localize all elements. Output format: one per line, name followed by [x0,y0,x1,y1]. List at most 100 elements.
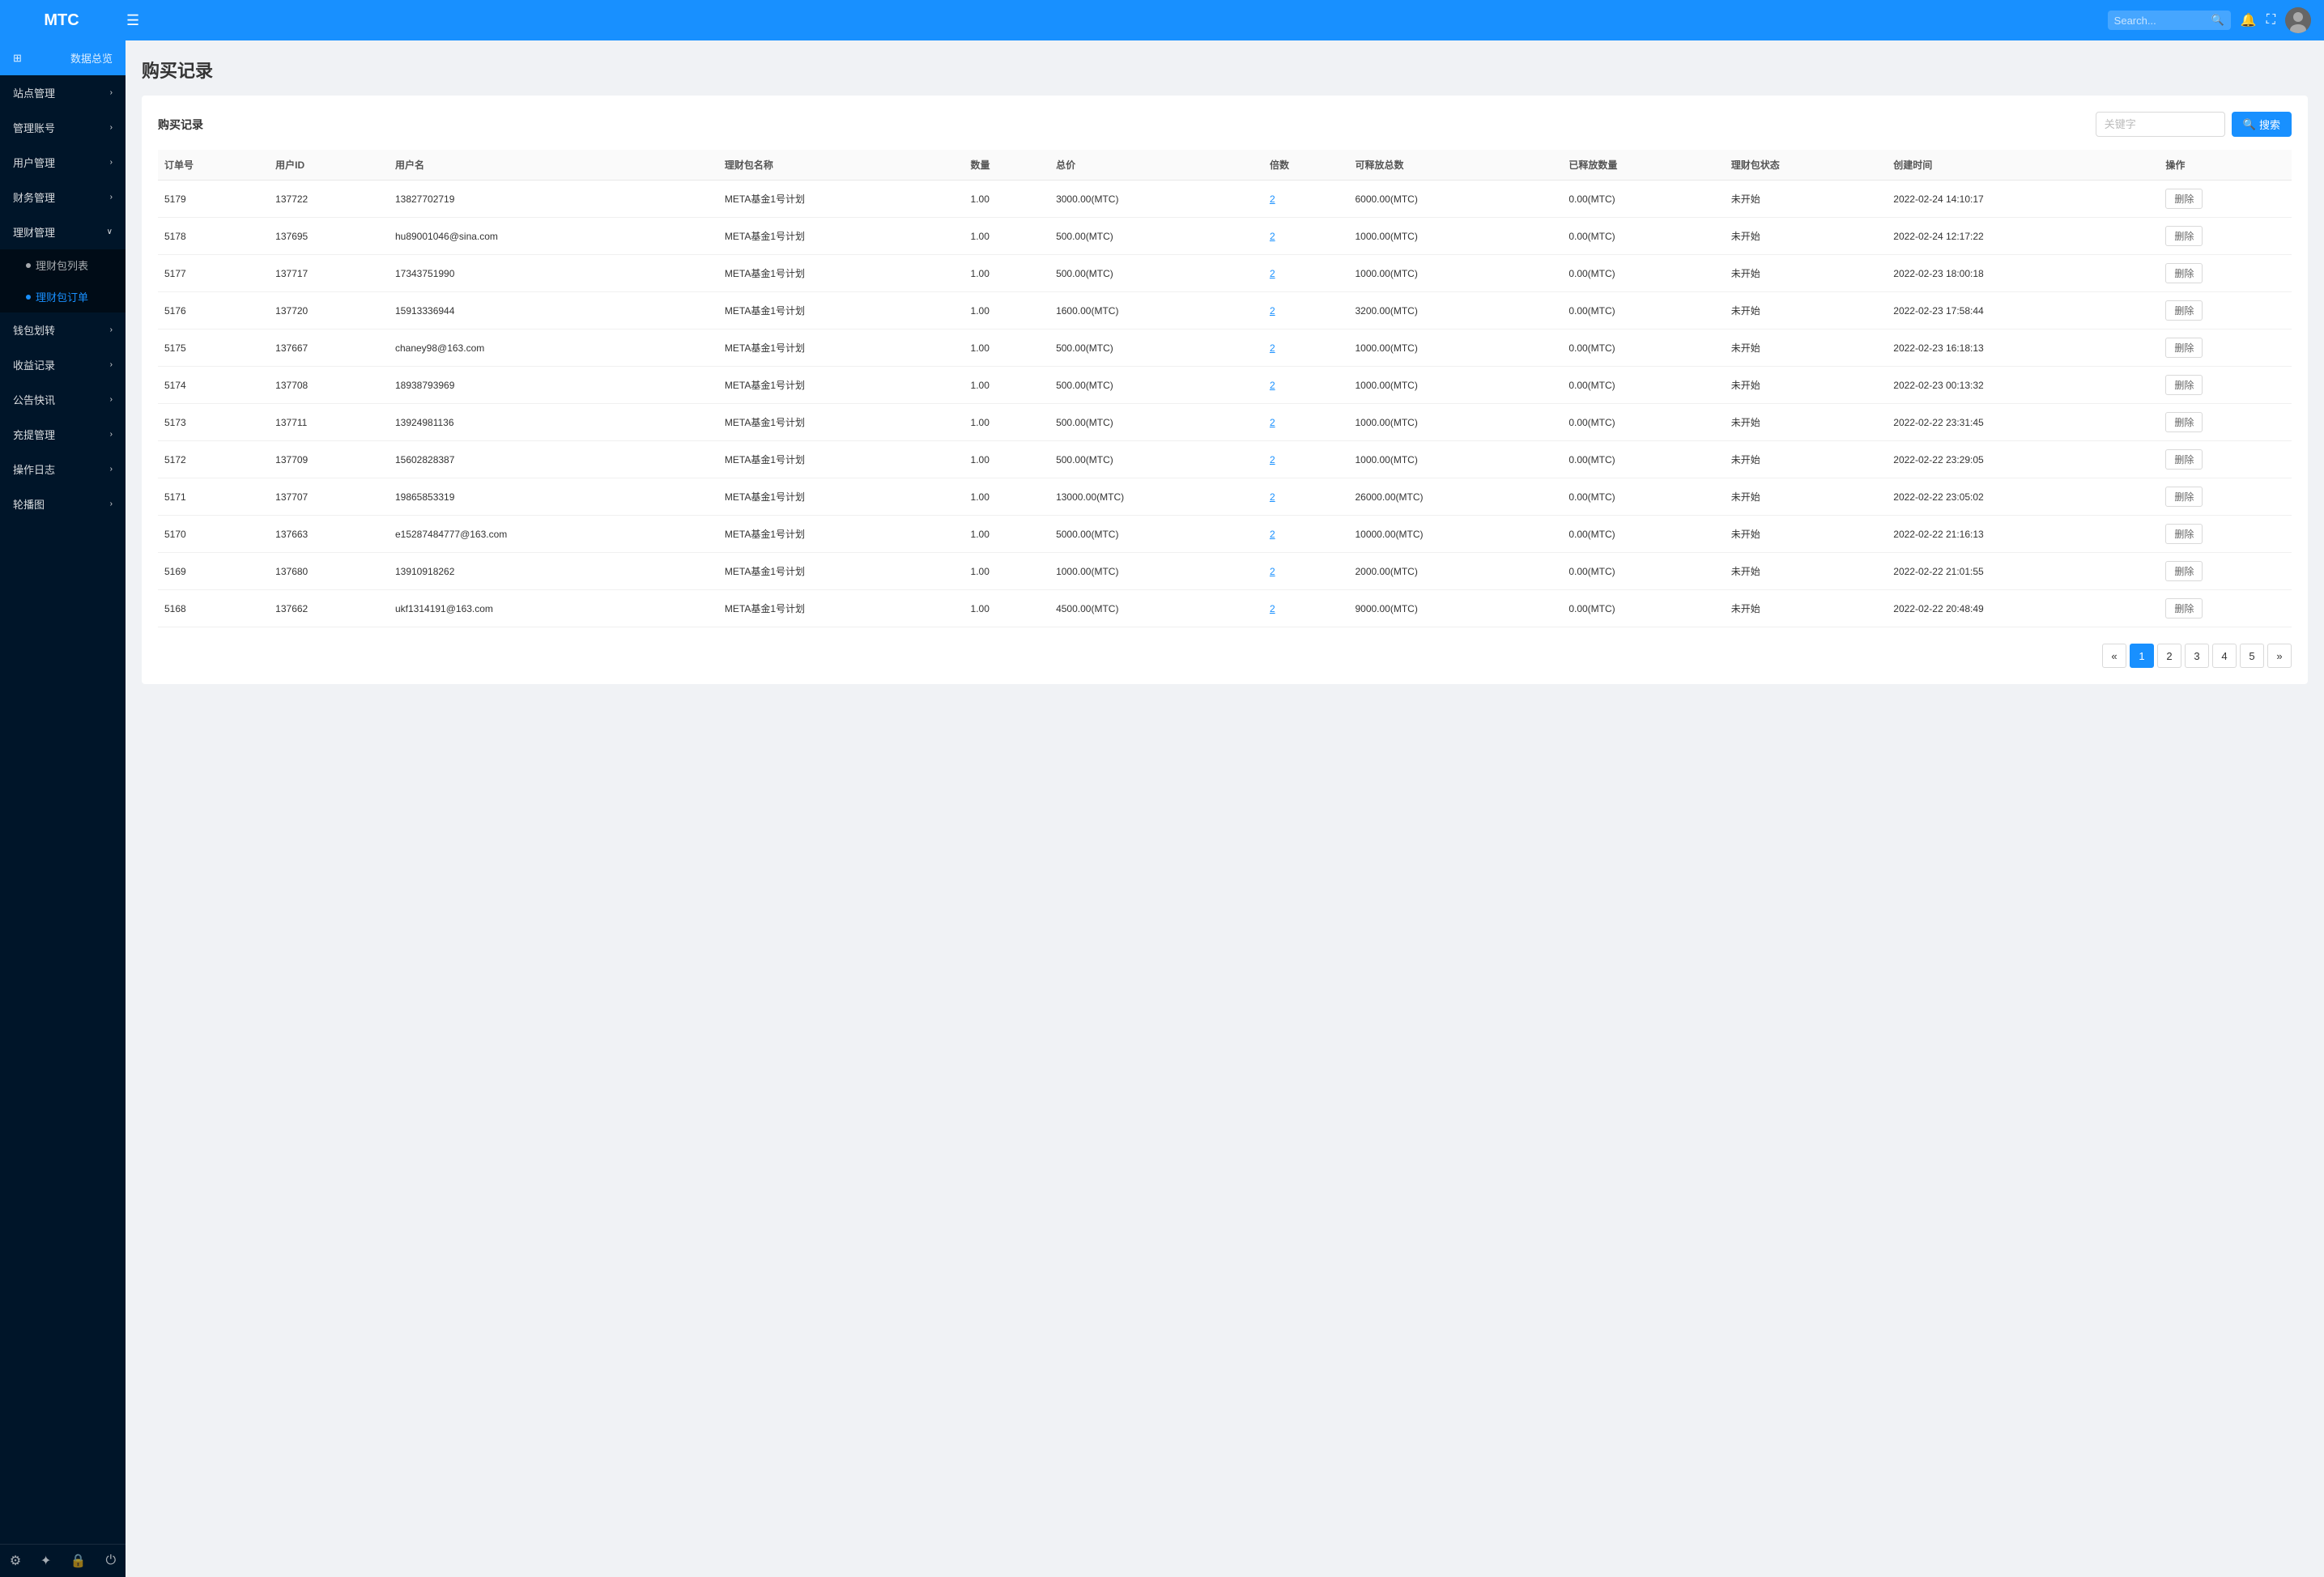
sub-item-wealth-order[interactable]: 理财包订单 [0,281,126,312]
col-created: 创建时间 [1887,150,2159,181]
pagination-page-4[interactable]: 4 [2212,644,2237,668]
notice-label: 公告快讯 [13,392,55,407]
cell-qty: 1.00 [964,329,1050,367]
cell-order-id: 5172 [158,441,269,478]
col-multiplier: 倍数 [1263,150,1349,181]
arrow-icon: › [110,430,113,439]
col-releasable: 可释放总数 [1348,150,1562,181]
cell-order-id: 5168 [158,590,269,627]
cell-status: 未开始 [1725,367,1887,404]
notification-icon[interactable]: 🔔 [2241,12,2257,28]
cell-multiplier[interactable]: 2 [1263,292,1349,329]
delete-button[interactable]: 删除 [2165,263,2203,283]
sidebar-item-carousel[interactable]: 轮播图 › [0,487,126,521]
cell-qty: 1.00 [964,478,1050,516]
delete-button[interactable]: 删除 [2165,524,2203,544]
cell-total: 500.00(MTC) [1049,255,1263,292]
col-qty: 数量 [964,150,1050,181]
sidebar-item-users[interactable]: 用户管理 › [0,145,126,180]
sidebar-item-oplog[interactable]: 操作日志 › [0,452,126,487]
pagination-next[interactable]: » [2267,644,2292,668]
cell-multiplier[interactable]: 2 [1263,441,1349,478]
sidebar: ⊞ 数据总览 站点管理 › 管理账号 › 用户管理 › 财务管理 › 理财管理 … [0,40,126,1577]
header-search-input[interactable] [2114,15,2211,27]
sidebar-item-dashboard[interactable]: ⊞ 数据总览 [0,40,126,75]
pagination-page-5[interactable]: 5 [2240,644,2264,668]
delete-button[interactable]: 删除 [2165,598,2203,618]
search-icon: 🔍 [2211,14,2224,27]
sub-item-wealth-list[interactable]: 理财包列表 [0,249,126,281]
delete-button[interactable]: 删除 [2165,226,2203,246]
keyword-input[interactable] [2096,112,2225,137]
fullscreen-icon[interactable]: ⛶ [2267,13,2275,28]
delete-button[interactable]: 删除 [2165,412,2203,432]
cell-created: 2022-02-22 23:31:45 [1887,404,2159,441]
cell-user-id: 137722 [269,181,389,218]
arrow-icon: › [110,360,113,369]
cell-action: 删除 [2159,255,2292,292]
cell-total: 500.00(MTC) [1049,218,1263,255]
col-status: 理财包状态 [1725,150,1887,181]
main-card: 购买记录 🔍 搜索 订单号 用户ID 用户名 理财包名称 [142,96,2308,684]
cell-multiplier[interactable]: 2 [1263,218,1349,255]
cell-created: 2022-02-22 20:48:49 [1887,590,2159,627]
sidebar-item-accounts[interactable]: 管理账号 › [0,110,126,145]
sidebar-item-site[interactable]: 站点管理 › [0,75,126,110]
col-released: 已释放数量 [1562,150,1724,181]
table-row: 5177 137717 17343751990 META基金1号计划 1.00 … [158,255,2292,292]
cell-user-id: 137680 [269,553,389,590]
delete-button[interactable]: 删除 [2165,375,2203,395]
cell-username: 15913336944 [389,292,718,329]
cell-order-id: 5173 [158,404,269,441]
delete-button[interactable]: 删除 [2165,189,2203,209]
cell-package: META基金1号计划 [718,553,964,590]
sidebar-item-wealth[interactable]: 理财管理 ∨ [0,215,126,249]
search-button[interactable]: 🔍 搜索 [2232,112,2292,137]
cell-action: 删除 [2159,292,2292,329]
star-icon[interactable]: ✦ [40,1553,51,1569]
cell-action: 删除 [2159,404,2292,441]
cell-order-id: 5174 [158,367,269,404]
delete-button[interactable]: 删除 [2165,561,2203,581]
pagination: « 1 2 3 4 5 » [158,644,2292,668]
avatar[interactable] [2285,7,2311,33]
cell-multiplier[interactable]: 2 [1263,590,1349,627]
cell-action: 删除 [2159,181,2292,218]
sidebar-item-wallet[interactable]: 钱包划转 › [0,312,126,347]
cell-multiplier[interactable]: 2 [1263,404,1349,441]
cell-order-id: 5176 [158,292,269,329]
cell-releasable: 1000.00(MTC) [1348,329,1562,367]
cell-username: 19865853319 [389,478,718,516]
pagination-page-3[interactable]: 3 [2185,644,2209,668]
search-area: 🔍 搜索 [2096,112,2292,137]
cell-multiplier[interactable]: 2 [1263,478,1349,516]
delete-button[interactable]: 删除 [2165,487,2203,507]
sidebar-item-finance[interactable]: 财务管理 › [0,180,126,215]
sidebar-item-recharge[interactable]: 充提管理 › [0,417,126,452]
cell-multiplier[interactable]: 2 [1263,516,1349,553]
cell-created: 2022-02-23 00:13:32 [1887,367,2159,404]
cell-multiplier[interactable]: 2 [1263,181,1349,218]
lock-icon[interactable]: 🔒 [70,1553,87,1569]
delete-button[interactable]: 删除 [2165,300,2203,321]
pagination-page-2[interactable]: 2 [2157,644,2181,668]
cell-releasable: 9000.00(MTC) [1348,590,1562,627]
cell-qty: 1.00 [964,218,1050,255]
delete-button[interactable]: 删除 [2165,449,2203,470]
cell-multiplier[interactable]: 2 [1263,255,1349,292]
delete-button[interactable]: 删除 [2165,338,2203,358]
cell-multiplier[interactable]: 2 [1263,329,1349,367]
cell-multiplier[interactable]: 2 [1263,553,1349,590]
settings-icon[interactable]: ⚙ [10,1553,21,1569]
page-title: 购买记录 [142,57,2308,83]
sidebar-item-notice[interactable]: 公告快讯 › [0,382,126,417]
cell-qty: 1.00 [964,590,1050,627]
power-icon[interactable]: ⏻ [105,1554,116,1568]
menu-icon[interactable]: ☰ [126,12,139,29]
wealth-order-label: 理财包订单 [36,289,88,304]
pagination-page-1[interactable]: 1 [2130,644,2154,668]
cell-status: 未开始 [1725,590,1887,627]
pagination-prev[interactable]: « [2102,644,2126,668]
cell-multiplier[interactable]: 2 [1263,367,1349,404]
sidebar-item-income[interactable]: 收益记录 › [0,347,126,382]
